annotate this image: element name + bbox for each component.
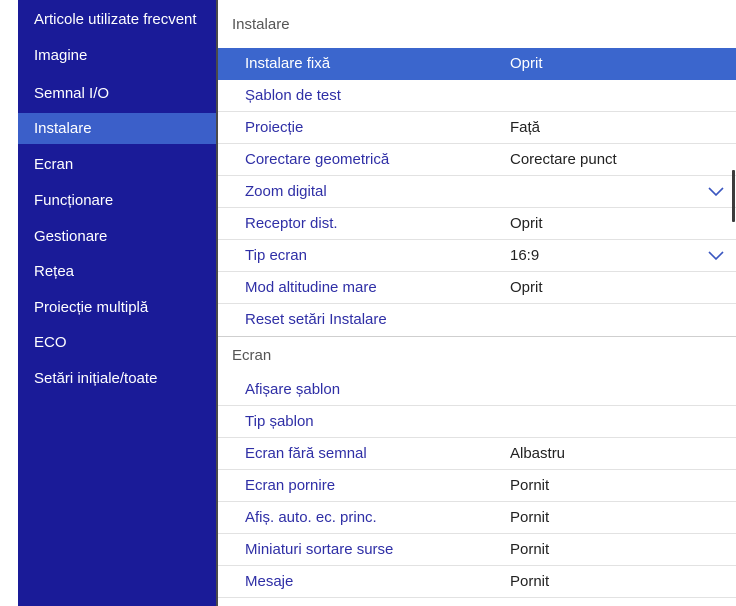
settings-window: Articole utilizate frecvent Imagine Semn… [18, 0, 736, 606]
setting-label: Receptor dist. [245, 215, 338, 232]
chevron-down-icon[interactable] [708, 249, 724, 261]
setting-label: Miniaturi sortare surse [245, 541, 394, 558]
setting-row-pattern-type[interactable]: Tip șablon [218, 406, 736, 438]
sidebar-item-image[interactable]: Imagine [18, 40, 216, 71]
chevron-down-icon[interactable] [708, 185, 724, 197]
sidebar-item-management[interactable]: Gestionare [18, 221, 216, 252]
setting-label: Reset setări Instalare [245, 311, 387, 328]
setting-value: Pornit [510, 541, 550, 558]
sidebar-item-signal-io[interactable]: Semnal I/O [18, 78, 216, 109]
sidebar-item-eco[interactable]: ECO [18, 327, 216, 358]
setting-label: Afișare șablon [245, 381, 341, 398]
setting-label: Mod altitudine mare [245, 279, 377, 296]
setting-value: Pornit [510, 509, 550, 526]
setting-row-test-pattern[interactable]: Șablon de test [218, 80, 736, 112]
setting-value: Corectare punct [510, 151, 617, 168]
section-header-display: Ecran [218, 336, 736, 374]
setting-row-source-thumbnails[interactable]: Miniaturi sortare surse Pornit [218, 534, 736, 566]
sidebar-item-frequent[interactable]: Articole utilizate frecvent [18, 4, 216, 35]
setting-row-startup-screen[interactable]: Ecran pornire Pornit [218, 470, 736, 502]
sidebar-item-multi-projection[interactable]: Proiecție multiplă [18, 292, 216, 323]
sidebar-item-network[interactable]: Rețea [18, 256, 216, 287]
setting-row-messages[interactable]: Mesaje Pornit [218, 566, 736, 598]
sidebar-item-installation[interactable]: Instalare [18, 113, 216, 144]
setting-label: Afiș. auto. ec. princ. [245, 509, 377, 526]
setting-row-remote-receiver[interactable]: Receptor dist. Oprit [218, 208, 736, 240]
setting-label: Tip ecran [245, 247, 307, 264]
setting-row-high-altitude-mode[interactable]: Mod altitudine mare Oprit [218, 272, 736, 304]
sidebar-item-initial-settings[interactable]: Setări inițiale/toate [18, 363, 216, 394]
setting-row-geometry-correction[interactable]: Corectare geometrică Corectare punct [218, 144, 736, 176]
setting-row-auto-home-screen[interactable]: Afiș. auto. ec. princ. Pornit [218, 502, 736, 534]
setting-label: Zoom digital [245, 183, 327, 200]
setting-label: Proiecție [245, 119, 304, 136]
setting-label: Șablon de test [245, 87, 341, 104]
setting-row-digital-zoom[interactable]: Zoom digital [218, 176, 736, 208]
setting-row-show-pattern[interactable]: Afișare șablon [218, 374, 736, 406]
setting-label: Ecran pornire [245, 477, 336, 494]
setting-label: Mesaje [245, 573, 294, 590]
setting-label: Tip șablon [245, 413, 314, 430]
setting-row-no-signal-screen[interactable]: Ecran fără semnal Albastru [218, 438, 736, 470]
setting-row-fixed-installation[interactable]: Instalare fixă Oprit [218, 48, 736, 80]
setting-value: Oprit [510, 215, 543, 232]
section-header-installation: Instalare [232, 16, 290, 33]
setting-value: Oprit [510, 279, 543, 296]
setting-label: Corectare geometrică [245, 151, 390, 168]
setting-label: Ecran fără semnal [245, 445, 367, 462]
sidebar-item-operation[interactable]: Funcționare [18, 185, 216, 216]
scrollbar-thumb[interactable] [732, 170, 735, 222]
setting-value: Pornit [510, 477, 550, 494]
setting-value: Pornit [510, 573, 550, 590]
setting-value: Albastru [510, 445, 566, 462]
sidebar-item-display[interactable]: Ecran [18, 149, 216, 180]
setting-label: Instalare fixă [245, 55, 331, 72]
setting-value: Oprit [510, 55, 543, 72]
menu-sidebar: Articole utilizate frecvent Imagine Semn… [18, 0, 216, 606]
settings-panel: Instalare Instalare fixă Oprit Șablon de… [218, 0, 736, 606]
setting-value: Față [510, 119, 541, 136]
setting-value: 16:9 [510, 247, 540, 264]
setting-row-reset-installation[interactable]: Reset setări Instalare [218, 304, 736, 336]
setting-row-projection[interactable]: Proiecție Față [218, 112, 736, 144]
setting-row-screen-type[interactable]: Tip ecran 16:9 [218, 240, 736, 272]
